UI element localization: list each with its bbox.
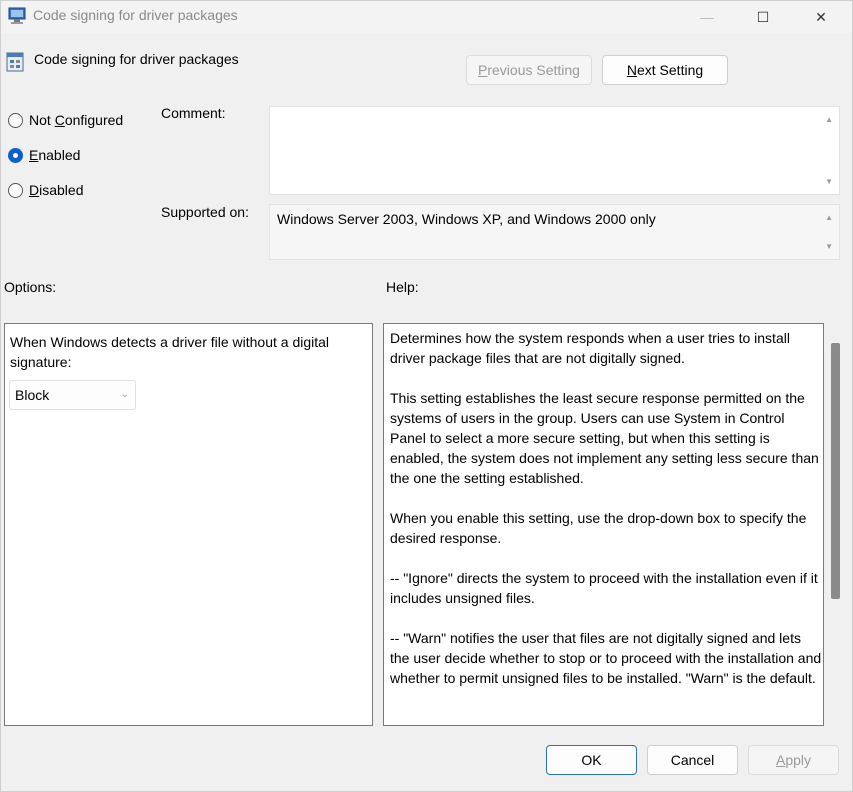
help-paragraph: This setting establishes the least secur…: [390, 390, 819, 486]
scroll-down-icon[interactable]: ▼: [825, 242, 833, 251]
comment-field[interactable]: ▲ ▼: [269, 106, 840, 195]
chevron-down-icon: ⌄: [120, 389, 129, 400]
previous-setting-label: Previous Setting: [478, 62, 580, 78]
cancel-label: Cancel: [670, 752, 715, 768]
policy-name: Code signing for driver packages: [34, 51, 239, 67]
supported-on-value: Windows Server 2003, Windows XP, and Win…: [277, 211, 656, 227]
scroll-up-icon[interactable]: ▲: [825, 115, 833, 124]
close-icon: ✕: [815, 8, 827, 25]
close-button[interactable]: ✕: [798, 1, 844, 33]
window-title: Code signing for driver packages: [33, 7, 238, 23]
help-paragraph: When you enable this setting, use the dr…: [390, 510, 807, 546]
comment-label: Comment:: [161, 105, 226, 121]
supported-on-label: Supported on:: [161, 204, 249, 220]
help-paragraph: Determines how the system responds when …: [390, 330, 790, 366]
radio-not-configured-label: Not Configured: [29, 112, 124, 128]
supported-on-field: Windows Server 2003, Windows XP, and Win…: [269, 204, 840, 260]
next-setting-label: Next Setting: [626, 62, 704, 78]
help-label: Help:: [386, 279, 419, 295]
radio-enabled[interactable]: Enabled: [8, 147, 80, 163]
apply-label: Apply: [775, 752, 812, 768]
ok-label: OK: [581, 752, 602, 768]
title-bar: Code signing for driver packages — ☐ ✕: [1, 1, 852, 33]
options-panel: When Windows detects a driver file witho…: [4, 323, 373, 726]
options-label: Options:: [4, 279, 57, 295]
scroll-up-icon[interactable]: ▲: [825, 213, 833, 222]
minimize-icon: —: [700, 9, 714, 25]
radio-not-configured[interactable]: Not Configured: [8, 112, 123, 128]
minimize-button[interactable]: —: [684, 1, 730, 33]
response-dropdown[interactable]: Block ⌄: [9, 380, 136, 410]
radio-disabled-label: Disabled: [29, 182, 84, 198]
radio-enabled-indicator: [8, 147, 23, 163]
help-paragraph: -- "Warn" notifies the user that files a…: [390, 630, 822, 686]
apply-button[interactable]: Apply: [748, 745, 839, 775]
previous-setting-button[interactable]: Previous Setting: [466, 55, 592, 85]
help-paragraph: -- "Ignore" directs the system to procee…: [390, 570, 818, 606]
next-setting-button[interactable]: Next Setting: [602, 55, 728, 85]
maximize-icon: ☐: [756, 8, 770, 25]
options-prompt: When Windows detects a driver file witho…: [10, 334, 330, 370]
radio-disabled[interactable]: Disabled: [8, 182, 84, 198]
help-text: Determines how the system responds when …: [390, 328, 822, 708]
radio-disabled-indicator: [8, 182, 23, 198]
help-scroll-thumb[interactable]: [831, 343, 840, 599]
radio-not-configured-indicator: [8, 112, 23, 128]
radio-enabled-label: Enabled: [29, 147, 81, 163]
policy-app-icon: [8, 7, 26, 24]
policy-setting-icon: [6, 52, 24, 72]
response-dropdown-value: Block: [15, 387, 50, 403]
scroll-down-icon[interactable]: ▼: [825, 177, 833, 186]
help-panel: Determines how the system responds when …: [383, 323, 824, 726]
help-scrollbar[interactable]: [829, 323, 841, 726]
maximize-button[interactable]: ☐: [740, 1, 786, 33]
policy-dialog: Code signing for driver packages — ☐ ✕ C…: [0, 0, 853, 792]
ok-button[interactable]: OK: [546, 745, 637, 775]
cancel-button[interactable]: Cancel: [647, 745, 738, 775]
